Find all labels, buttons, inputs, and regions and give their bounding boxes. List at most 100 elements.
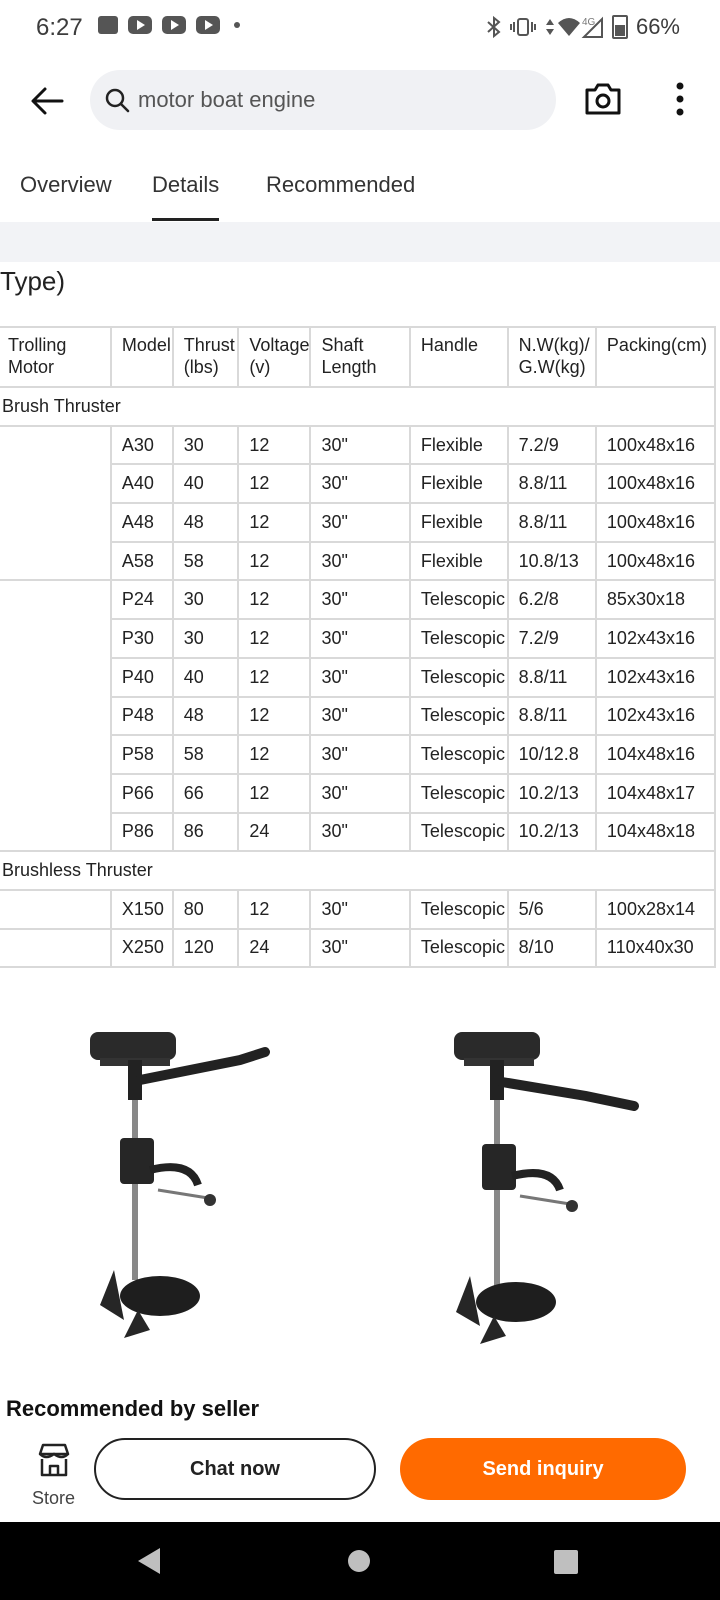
cell-trolling-motor (0, 424, 112, 582)
spec-table: Trolling Motor Model Thrust (lbs) Voltage (… (0, 326, 717, 969)
bottom-action-bar: Store Chat now Send inquiry (0, 1428, 720, 1520)
section-tabs: Overview Details Recommended (0, 160, 720, 221)
cell-thrust: 86 (171, 811, 240, 853)
cell-packing: 104x48x18 (594, 811, 717, 853)
cell-handle: Telescopic (408, 772, 509, 814)
table-row: A30 30 12 30" Flexible 7.2/9 100x48x16 (0, 424, 717, 582)
search-query: motor boat engine (138, 87, 316, 112)
group-label: Brushless Thruster (0, 850, 716, 891)
youtube-notification-icon (196, 16, 220, 34)
cell-handle: Telescopic (408, 888, 509, 930)
cell-model: P40 (109, 656, 174, 698)
store-label[interactable]: Store (32, 1488, 75, 1509)
more-options-icon[interactable] (674, 82, 686, 116)
cell-packing: 100x48x16 (594, 502, 717, 543)
cell-model: A30 (109, 424, 174, 466)
column-header: Shaft Length (309, 326, 411, 388)
vibrate-icon (509, 18, 536, 36)
cell-model: P48 (109, 695, 174, 737)
nav-home-icon[interactable] (348, 1550, 370, 1572)
spec-section-title: Type) (0, 266, 65, 297)
table-row: X150 80 12 30" Telescopic 5/6 100x28x14 (0, 888, 717, 930)
search-input[interactable]: motor boat engine (90, 70, 556, 130)
status-time: 6:27 (36, 14, 83, 41)
system-navigation-bar (0, 1522, 720, 1600)
cell-packing: 102x43x16 (594, 656, 717, 698)
cell-thrust: 66 (171, 772, 240, 814)
cell-weight: 8.8/11 (506, 502, 597, 543)
tab-recommended[interactable]: Recommended (266, 172, 415, 198)
tab-overview[interactable]: Overview (20, 172, 112, 198)
cell-handle: Telescopic (408, 618, 509, 659)
column-header: Voltage (v) (237, 326, 312, 388)
table-group-row: Brush Thruster (0, 386, 716, 427)
cell-packing: 102x43x16 (594, 695, 717, 737)
cell-weight: 10.2/13 (506, 772, 597, 814)
cell-model: P86 (109, 811, 174, 853)
youtube-notification-icon (128, 16, 152, 34)
cell-voltage: 24 (237, 811, 312, 853)
cell-thrust: 30 (171, 618, 240, 659)
cell-thrust: 48 (171, 695, 240, 737)
cell-voltage: 12 (237, 734, 312, 775)
cell-packing: 100x28x14 (594, 888, 717, 930)
send-inquiry-button[interactable]: Send inquiry (400, 1438, 686, 1500)
cell-shaft-length: 30" (309, 734, 411, 775)
cell-handle: Telescopic (408, 927, 509, 969)
cell-thrust: 58 (171, 540, 240, 582)
more-notifications-icon (234, 22, 240, 28)
cell-thrust: 30 (171, 579, 240, 621)
cell-handle: Telescopic (408, 656, 509, 698)
store-icon[interactable] (36, 1442, 72, 1478)
cell-shaft-length: 30" (309, 772, 411, 814)
cell-weight: 7.2/9 (506, 424, 597, 466)
table-group-row: Brushless Thruster (0, 850, 716, 891)
cell-trolling-motor (0, 927, 112, 969)
cell-weight: 7.2/9 (506, 618, 597, 659)
cell-packing: 100x48x16 (594, 424, 717, 466)
cell-trolling-motor (0, 888, 112, 930)
cell-weight: 6.2/8 (506, 579, 597, 621)
cell-thrust: 58 (171, 734, 240, 775)
section-divider (0, 222, 720, 262)
cell-model: X250 (109, 927, 174, 969)
product-image-flexible-handle[interactable] (80, 1020, 280, 1360)
cell-weight: 10/12.8 (506, 734, 597, 775)
gallery-notification-icon (98, 16, 118, 34)
cell-model: X150 (109, 888, 174, 930)
cell-weight: 8.8/11 (506, 656, 597, 698)
cell-weight: 10.8/13 (506, 540, 597, 582)
camera-search-icon[interactable] (584, 82, 622, 116)
nav-recents-icon[interactable] (554, 1550, 578, 1574)
tab-details[interactable]: Details (152, 172, 220, 221)
cell-thrust: 40 (171, 656, 240, 698)
cell-handle: Flexible (408, 424, 509, 466)
cell-model: P58 (109, 734, 174, 775)
cell-voltage: 12 (237, 618, 312, 659)
status-bar: 6:27 4G 66% (0, 0, 720, 56)
cell-model: P30 (109, 618, 174, 659)
cell-handle: Flexible (408, 540, 509, 582)
group-label: Brush Thruster (0, 386, 716, 427)
cell-shaft-length: 30" (309, 927, 411, 969)
column-header: Packing(cm) (594, 326, 717, 388)
cell-packing: 100x48x16 (594, 540, 717, 582)
cell-handle: Telescopic (408, 734, 509, 775)
cell-shaft-length: 30" (309, 618, 411, 659)
cell-voltage: 12 (237, 772, 312, 814)
cell-model: A48 (109, 502, 174, 543)
cell-voltage: 24 (237, 927, 312, 969)
cell-thrust: 48 (171, 502, 240, 543)
recommended-by-seller-title: Recommended by seller (6, 1396, 260, 1421)
product-image-telescopic-handle[interactable] (446, 1020, 646, 1360)
column-header: Thrust (lbs) (171, 326, 240, 388)
chat-now-button[interactable]: Chat now (94, 1438, 376, 1500)
cell-thrust: 30 (171, 424, 240, 466)
cell-voltage: 12 (237, 656, 312, 698)
cell-shaft-length: 30" (309, 888, 411, 930)
cell-shaft-length: 30" (309, 540, 411, 582)
nav-back-icon[interactable] (136, 1546, 162, 1576)
cell-packing: 104x48x16 (594, 734, 717, 775)
cell-thrust: 120 (171, 927, 240, 969)
back-arrow-icon[interactable] (30, 86, 64, 116)
